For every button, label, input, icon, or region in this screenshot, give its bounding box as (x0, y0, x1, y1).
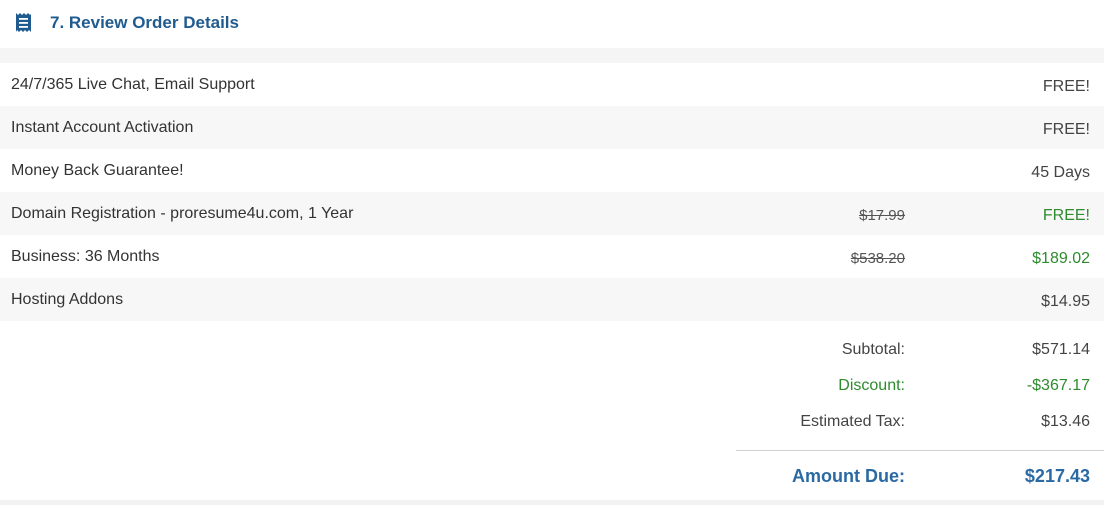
item-price: FREE! (1042, 78, 1090, 95)
subtotal-label: Subtotal: (841, 341, 905, 358)
item-price: $189.02 (1032, 250, 1090, 267)
discount-label: Discount: (838, 377, 905, 394)
order-item-row: Domain Registration - proresume4u.com, 1… (0, 192, 1104, 235)
item-label: Domain Registration - proresume4u.com, 1… (11, 205, 354, 222)
item-price: FREE! (1042, 207, 1090, 224)
subtotal-value: $571.14 (1032, 341, 1090, 358)
item-price: $14.95 (1041, 293, 1090, 310)
section-header: 7. Review Order Details (0, 0, 1104, 48)
amount-due-label: Amount Due: (792, 466, 905, 486)
receipt-icon (15, 13, 32, 33)
amount-due-value: $217.43 (1024, 466, 1090, 486)
order-item-row: 24/7/365 Live Chat, Email Support FREE! (0, 63, 1104, 106)
item-price: FREE! (1042, 121, 1090, 138)
subtotal-row: Subtotal: $571.14 (0, 332, 1104, 368)
section-title: 7. Review Order Details (50, 13, 239, 32)
item-original-price: $538.20 (850, 250, 905, 267)
order-totals: Subtotal: $571.14 Discount: -$367.17 Est… (0, 332, 1104, 440)
item-label: Business: 36 Months (11, 248, 160, 265)
item-label: Hosting Addons (11, 291, 124, 308)
discount-value: -$367.17 (1026, 377, 1090, 394)
tax-value: $13.46 (1041, 413, 1090, 430)
tax-row: Estimated Tax: $13.46 (0, 404, 1104, 440)
order-item-row: Instant Account Activation FREE! (0, 106, 1104, 149)
order-item-row: Business: 36 Months $538.20 $189.02 (0, 235, 1104, 278)
item-label: 24/7/365 Live Chat, Email Support (11, 76, 255, 93)
order-items-list: 24/7/365 Live Chat, Email Support FREE! … (0, 63, 1104, 321)
amount-due-row: Amount Due: $217.43 (0, 462, 1104, 492)
order-item-row: Money Back Guarantee! 45 Days (0, 149, 1104, 192)
discount-row: Discount: -$367.17 (0, 368, 1104, 404)
totals-divider (736, 450, 1104, 451)
item-label: Money Back Guarantee! (11, 162, 184, 179)
bottom-border (0, 500, 1104, 505)
item-original-price: $17.99 (859, 207, 905, 224)
item-label: Instant Account Activation (11, 119, 194, 136)
item-price: 45 Days (1031, 164, 1090, 181)
tax-label: Estimated Tax: (800, 413, 905, 430)
header-divider-band (0, 48, 1104, 63)
order-item-row: Hosting Addons $14.95 (0, 278, 1104, 321)
